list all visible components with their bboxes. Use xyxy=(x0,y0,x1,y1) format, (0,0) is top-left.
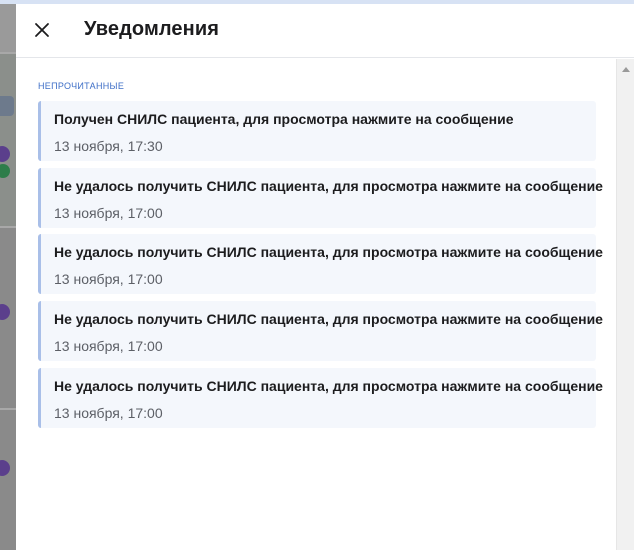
close-button[interactable] xyxy=(30,18,54,42)
vertical-scrollbar[interactable] xyxy=(616,59,634,550)
notifications-content: НЕПРОЧИТАННЫЕ Получен СНИЛС пациента, дл… xyxy=(16,59,616,550)
notification-message: Получен СНИЛС пациента, для просмотра на… xyxy=(54,111,514,127)
notification-message: Не удалось получить СНИЛС пациента, для … xyxy=(54,377,603,394)
notification-item[interactable]: Не удалось получить СНИЛС пациента, для … xyxy=(38,234,603,295)
close-icon xyxy=(35,23,49,37)
notification-message: Не удалось получить СНИЛС пациента, для … xyxy=(54,311,603,328)
notification-message: Не удалось получить СНИЛС пациента, для … xyxy=(54,244,603,261)
background-icon xyxy=(0,96,14,116)
notifications-panel: Уведомления НЕПРОЧИТАННЫЕ Получен СНИЛС … xyxy=(16,4,634,550)
notification-message: Не удалось получить СНИЛС пациента, для … xyxy=(54,177,603,194)
notification-time: 13 ноября, 17:00 xyxy=(54,404,163,421)
page-title: Уведомления xyxy=(84,18,219,40)
notification-item[interactable]: Не удалось получить СНИЛС пациента, для … xyxy=(38,367,603,428)
notification-item[interactable]: Не удалось получить СНИЛС пациента, для … xyxy=(38,301,603,362)
notification-item[interactable]: Получен СНИЛС пациента, для просмотра на… xyxy=(38,101,596,161)
notification-time: 13 ноября, 17:00 xyxy=(54,204,163,221)
panel-header: Уведомления xyxy=(16,4,634,58)
notification-list: Получен СНИЛС пациента, для просмотра на… xyxy=(38,101,603,434)
background-app-overlay xyxy=(0,4,16,550)
notification-item[interactable]: Не удалось получить СНИЛС пациента, для … xyxy=(38,167,603,228)
section-label-unread: НЕПРОЧИТАННЫЕ xyxy=(38,81,125,91)
scroll-up-arrow-icon[interactable] xyxy=(622,67,630,72)
notification-time: 13 ноября, 17:30 xyxy=(54,138,163,154)
notification-time: 13 ноября, 17:00 xyxy=(54,271,163,288)
notification-time: 13 ноября, 17:00 xyxy=(54,338,163,355)
